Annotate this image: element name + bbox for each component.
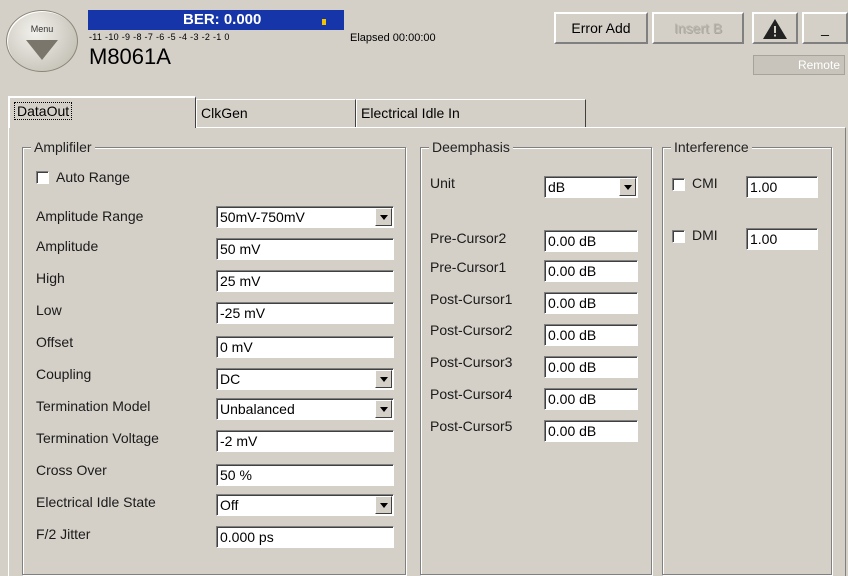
dmi-label: DMI — [692, 227, 718, 243]
tab-label: DataOut — [14, 102, 73, 120]
chevron-down-icon — [26, 40, 58, 60]
unit-value: dB — [548, 179, 566, 195]
remote-indicator: Remote — [753, 55, 845, 75]
electrical-idle-state-select[interactable]: Off — [216, 494, 394, 516]
menu-button[interactable]: Menu — [6, 10, 78, 72]
ber-scale: -11 -10 -9 -8 -7 -6 -5 -4 -3 -2 -1 0 — [89, 32, 230, 42]
termination-model-value: Unbalanced — [220, 401, 295, 417]
post-cursor3-field[interactable]: 0.00 dB — [544, 356, 638, 378]
f2-jitter-field[interactable]: 0.000 ps — [216, 526, 394, 548]
high-field[interactable]: 25 mV — [216, 270, 394, 292]
chevron-down-icon — [375, 208, 392, 226]
warning-icon — [763, 19, 787, 39]
post-cursor4-field[interactable]: 0.00 dB — [544, 388, 638, 410]
interference-title: Interference — [671, 139, 752, 155]
electrical-idle-state-value: Off — [220, 497, 239, 513]
amplitude-field[interactable]: 50 mV — [216, 238, 394, 260]
elapsed-time: Elapsed 00:00:00 — [350, 32, 436, 44]
termination-model-select[interactable]: Unbalanced — [216, 398, 394, 420]
termination-model-label: Termination Model — [36, 398, 151, 414]
error-add-button[interactable]: Error Add — [554, 12, 648, 44]
cross-over-field[interactable]: 50 % — [216, 464, 394, 486]
chevron-down-icon — [375, 496, 392, 514]
tab-dataout[interactable]: DataOut — [8, 96, 196, 128]
unit-select[interactable]: dB — [544, 176, 638, 198]
menu-label: Menu — [30, 24, 54, 34]
amplitude-label: Amplitude — [36, 238, 99, 254]
post-cursor1-label: Post-Cursor1 — [430, 291, 513, 307]
termination-voltage-label: Termination Voltage — [36, 430, 159, 446]
chevron-down-icon — [619, 178, 636, 196]
insert-b-button[interactable]: Insert B — [652, 12, 744, 44]
termination-voltage-field[interactable]: -2 mV — [216, 430, 394, 452]
interference-group: Interference — [662, 139, 832, 575]
pre-cursor2-field[interactable]: 0.00 dB — [544, 230, 638, 252]
device-name: M8061A — [89, 44, 171, 69]
auto-range-checkbox[interactable] — [36, 171, 49, 184]
electrical-idle-state-label: Electrical Idle State — [36, 494, 156, 510]
amplitude-range-value: 50mV-750mV — [220, 209, 305, 225]
amplitude-range-label: Amplitude Range — [36, 208, 144, 224]
tab-electrical-idle-in[interactable]: Electrical Idle In — [356, 99, 586, 127]
low-field[interactable]: -25 mV — [216, 302, 394, 324]
post-cursor5-field[interactable]: 0.00 dB — [544, 420, 638, 442]
post-cursor2-field[interactable]: 0.00 dB — [544, 324, 638, 346]
chevron-down-icon — [375, 400, 392, 418]
warning-button[interactable] — [752, 12, 798, 44]
dmi-field[interactable]: 1.00 — [746, 228, 818, 250]
post-cursor2-label: Post-Cursor2 — [430, 322, 513, 338]
offset-field[interactable]: 0 mV — [216, 336, 394, 358]
pre-cursor1-label: Pre-Cursor1 — [430, 259, 507, 275]
coupling-label: Coupling — [36, 366, 92, 382]
tab-clkgen[interactable]: ClkGen — [196, 99, 356, 127]
dmi-checkbox[interactable] — [672, 230, 685, 243]
tab-label: Electrical Idle In — [361, 105, 460, 121]
cross-over-label: Cross Over — [36, 462, 107, 478]
cmi-field[interactable]: 1.00 — [746, 176, 818, 198]
pre-cursor2-label: Pre-Cursor2 — [430, 230, 507, 246]
cmi-checkbox[interactable] — [672, 178, 685, 191]
coupling-value: DC — [220, 371, 241, 387]
f2-jitter-label: F/2 Jitter — [36, 526, 91, 542]
tab-label: ClkGen — [201, 105, 248, 121]
amplifier-title: Amplifiler — [31, 139, 95, 155]
amplitude-range-select[interactable]: 50mV-750mV — [216, 206, 394, 228]
deemphasis-title: Deemphasis — [429, 139, 513, 155]
minimize-button[interactable]: _ — [802, 12, 848, 44]
low-label: Low — [36, 302, 62, 318]
unit-label: Unit — [430, 175, 455, 191]
offset-label: Offset — [36, 334, 74, 350]
ber-indicator: BER: 0.000 — [88, 10, 344, 30]
post-cursor4-label: Post-Cursor4 — [430, 386, 513, 402]
ber-marker — [322, 19, 326, 25]
chevron-down-icon — [375, 370, 392, 388]
post-cursor3-label: Post-Cursor3 — [430, 354, 513, 370]
ber-text: BER: 0.000 — [183, 11, 262, 28]
pre-cursor1-field[interactable]: 0.00 dB — [544, 260, 638, 282]
post-cursor5-label: Post-Cursor5 — [430, 418, 513, 434]
high-label: High — [36, 270, 65, 286]
cmi-label: CMI — [692, 175, 718, 191]
post-cursor1-field[interactable]: 0.00 dB — [544, 292, 638, 314]
auto-range-label: Auto Range — [56, 169, 130, 185]
coupling-select[interactable]: DC — [216, 368, 394, 390]
